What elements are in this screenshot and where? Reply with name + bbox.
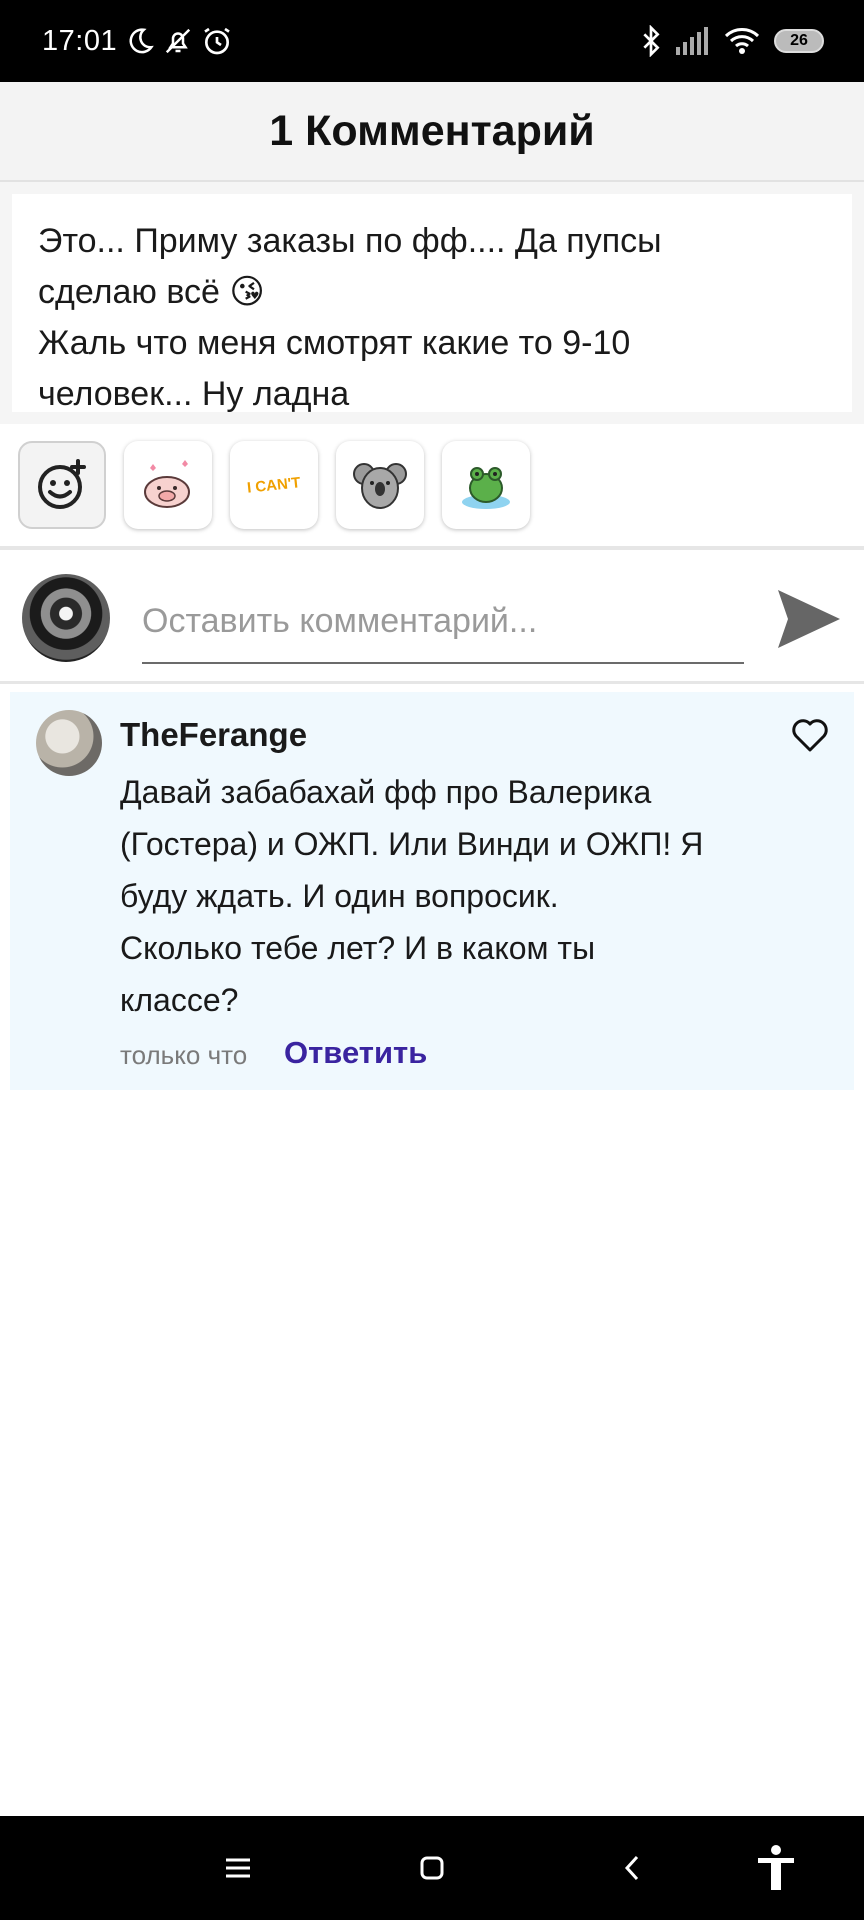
comment-text-line: Сколько тебе лет? И в каком ты bbox=[120, 930, 596, 966]
i-cant-sticker[interactable]: I CAN'T bbox=[230, 441, 318, 529]
status-time: 17:01 bbox=[42, 24, 118, 57]
send-button[interactable] bbox=[774, 586, 842, 652]
pig-sticker-icon bbox=[144, 460, 190, 508]
add-sticker-button[interactable] bbox=[18, 441, 106, 529]
send-icon bbox=[778, 590, 840, 648]
status-bar: 17:01 26 bbox=[0, 0, 864, 82]
my-avatar[interactable] bbox=[22, 574, 110, 662]
home-button[interactable] bbox=[406, 1842, 458, 1894]
page-title: 1 Комментарий bbox=[269, 106, 595, 155]
accessibility-button[interactable] bbox=[750, 1842, 802, 1894]
bluetooth-icon bbox=[643, 25, 660, 57]
comment-text-line: (Гостера) и ОЖП. Или Винди и ОЖП! Я bbox=[120, 826, 704, 862]
comment-author-avatar[interactable] bbox=[36, 710, 102, 776]
status-right: 26 bbox=[640, 25, 824, 57]
heart-icon bbox=[792, 719, 828, 752]
story-text-line: Жаль что меня смотрят какие то 9-10 bbox=[38, 324, 631, 362]
story-preview: Это... Приму заказы по фф.... Да пупсы с… bbox=[12, 194, 852, 413]
signal-icon bbox=[676, 27, 708, 55]
comment-time: только что bbox=[120, 1040, 248, 1070]
sticker-bar: I CAN'T bbox=[0, 424, 864, 550]
reply-button[interactable]: Ответить bbox=[284, 1035, 427, 1071]
add-sticker-icon bbox=[38, 459, 86, 509]
alarm-icon bbox=[204, 27, 230, 55]
moon-icon bbox=[129, 28, 154, 54]
accessibility-icon bbox=[758, 1845, 794, 1890]
back-icon bbox=[624, 1855, 639, 1881]
like-button[interactable] bbox=[790, 716, 830, 754]
wifi-icon bbox=[724, 28, 760, 54]
koala-sticker-icon bbox=[353, 463, 407, 509]
frog-sticker[interactable] bbox=[442, 441, 530, 529]
frog-sticker-icon bbox=[462, 467, 510, 509]
story-text-line: человек... Ну ладна bbox=[38, 375, 350, 413]
system-nav-bar bbox=[0, 1816, 864, 1920]
comment-text: Давай забабахай фф про Валерика (Гостера… bbox=[120, 766, 740, 1026]
menu-button[interactable] bbox=[212, 1842, 264, 1894]
pig-sticker[interactable] bbox=[124, 441, 212, 529]
home-icon bbox=[420, 1856, 444, 1880]
comment-input-row bbox=[0, 554, 864, 684]
koala-sticker[interactable] bbox=[336, 441, 424, 529]
menu-icon bbox=[226, 1858, 250, 1878]
comment-author[interactable]: TheFerange bbox=[120, 716, 307, 754]
comment-item: TheFerange Давай забабахай фф про Валери… bbox=[10, 692, 854, 1090]
back-button[interactable] bbox=[606, 1842, 658, 1894]
i-cant-text: I CAN'T bbox=[246, 473, 302, 497]
comment-text-line: классе? bbox=[120, 982, 239, 1018]
comments-header: 1 Комментарий bbox=[0, 82, 864, 182]
comment-text-line: буду ждать. И один вопросик. bbox=[120, 878, 559, 914]
comment-text-line: Давай забабахай фф про Валерика bbox=[120, 774, 652, 810]
story-text-line: сделаю всё 😘 bbox=[38, 273, 265, 311]
status-left-icons bbox=[125, 25, 233, 57]
comment-input[interactable] bbox=[142, 580, 744, 664]
battery-icon: 26 bbox=[774, 29, 824, 53]
bell-off-icon bbox=[165, 28, 191, 54]
story-text-line: Это... Приму заказы по фф.... Да пупсы bbox=[38, 222, 662, 260]
